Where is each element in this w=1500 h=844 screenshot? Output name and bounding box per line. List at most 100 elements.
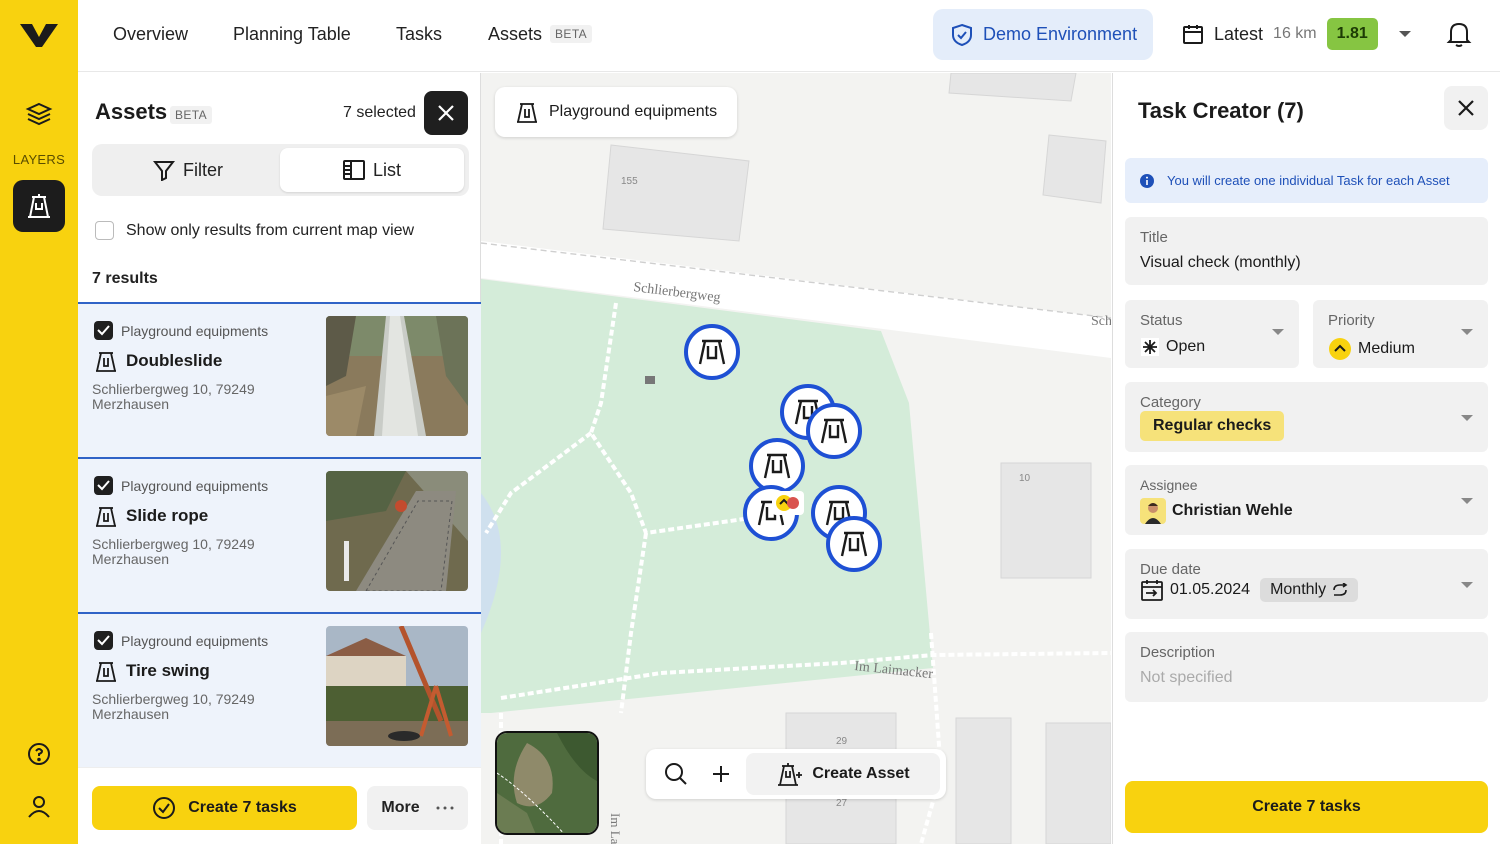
map-marker [645, 376, 655, 384]
field-label: Description [1140, 644, 1216, 661]
asset-address: Schlierbergweg 10, 79249 Merzhausen [92, 381, 255, 412]
checkbox-checked[interactable] [94, 321, 113, 340]
asset-category: Playground equipments [94, 476, 268, 495]
nav-assets-label: Assets [488, 24, 543, 44]
asset-address: Schlierbergweg 10, 79249 Merzhausen [92, 691, 255, 722]
version-selector[interactable]: Latest 16 km 1.81 [1182, 16, 1412, 52]
asset-card[interactable]: Playground equipments Doubleslide Schlie… [78, 302, 481, 457]
field-value: 01.05.2024 Monthly [1140, 578, 1359, 602]
map-view[interactable]: 155 10 29 27 Schlierbergweg Sch Im Laima… [481, 73, 1111, 844]
profile-button[interactable] [13, 780, 65, 832]
task-creator-panel: Task Creator (7) You will create one ind… [1112, 73, 1500, 844]
notifications-button[interactable] [1446, 20, 1472, 53]
chevron-down-icon [1461, 329, 1473, 335]
asset-name-label: Doubleslide [126, 351, 223, 370]
layers-label: LAYERS [12, 152, 66, 167]
playground-asset-icon [28, 194, 50, 218]
checkbox-checked[interactable] [94, 631, 113, 650]
selected-count: 7 selected [343, 104, 416, 121]
calendar-repeat-icon [1141, 580, 1163, 601]
create-tasks-label: Create 7 tasks [188, 799, 297, 816]
priority-select[interactable]: Priority Medium [1313, 300, 1488, 368]
info-banner: You will create one individual Task for … [1125, 158, 1488, 203]
user-icon [28, 796, 50, 818]
map-view-filter[interactable]: Show only results from current map view [95, 221, 414, 240]
nav-overview[interactable]: Overview [113, 24, 188, 45]
description-field[interactable]: Description Not specified [1125, 632, 1488, 702]
layers-icon [25, 102, 53, 126]
layers-button[interactable] [13, 88, 65, 140]
chevron-down-icon [1461, 415, 1473, 421]
check-circle-icon [153, 797, 176, 819]
field-label: Due date [1140, 561, 1201, 578]
list-tab[interactable]: List [280, 148, 464, 192]
filter-tab[interactable]: Filter [96, 148, 280, 192]
zoom-in-button[interactable] [701, 749, 741, 799]
more-label: More [381, 799, 420, 816]
asset-category: Playground equipments [94, 321, 268, 340]
create-asset-label: Create Asset [812, 765, 910, 782]
asset-pin[interactable] [826, 516, 882, 572]
title-field[interactable]: Title Visual check (monthly) [1125, 217, 1488, 285]
field-label: Category [1140, 394, 1201, 411]
shield-check-icon [952, 23, 972, 46]
priority-medium-icon [1329, 338, 1351, 360]
checkbox-checked[interactable] [94, 476, 113, 495]
asset-category-label: Playground equipments [121, 477, 269, 494]
chevron-down-icon [1398, 31, 1411, 37]
more-button[interactable]: More [367, 786, 468, 830]
layer-chip[interactable]: Playground equipments [495, 87, 738, 137]
status-select[interactable]: Status Open [1125, 300, 1299, 368]
assets-rail-button[interactable] [13, 180, 65, 232]
house-number: 27 [836, 798, 848, 809]
brand-logo[interactable] [18, 20, 60, 50]
nav-planning-table[interactable]: Planning Table [233, 24, 351, 45]
asset-pin[interactable] [684, 324, 740, 380]
assignee-value: Christian Wehle [1172, 502, 1293, 519]
category-select[interactable]: Category Regular checks [1125, 382, 1488, 452]
recurrence-label: Monthly [1270, 581, 1327, 598]
satellite-toggle[interactable] [495, 731, 599, 835]
list-view-icon [342, 160, 365, 180]
status-value: Open [1166, 338, 1206, 355]
top-navigation: Overview Planning Table Tasks Assets BETA… [78, 0, 1500, 72]
distance-label: 16 km [1273, 25, 1317, 42]
field-value: Medium [1328, 337, 1415, 361]
due-date-field[interactable]: Due date 01.05.2024 Monthly [1125, 549, 1488, 619]
beta-badge: BETA [170, 106, 213, 124]
filter-label: Filter [183, 159, 223, 180]
assignee-select[interactable]: Assignee Christian Wehle [1125, 465, 1488, 535]
field-label: Priority [1328, 312, 1375, 329]
field-value: Open [1140, 337, 1205, 357]
checkbox[interactable] [95, 221, 114, 240]
nav-tasks[interactable]: Tasks [396, 24, 442, 45]
nav-assets[interactable]: Assets BETA [488, 24, 593, 45]
field-label: Status [1140, 312, 1183, 329]
playground-icon [517, 103, 537, 123]
asset-name-label: Tire swing [126, 661, 210, 680]
create-tasks-submit-label: Create 7 tasks [1252, 798, 1361, 815]
check-icon [97, 480, 110, 491]
asset-pin[interactable] [806, 403, 862, 459]
asset-name: Tire swing [94, 659, 210, 683]
asset-card[interactable]: Playground equipments Slide rope Schlier… [78, 457, 481, 612]
asset-name: Slide rope [94, 504, 208, 528]
map-search-button[interactable] [656, 749, 696, 799]
help-button[interactable] [13, 728, 65, 780]
filter-icon [153, 161, 175, 181]
clear-selection-button[interactable] [424, 91, 468, 135]
asset-card[interactable]: Playground equipments Tire swing Schlier… [78, 612, 481, 767]
check-icon [97, 635, 110, 646]
repeat-icon [1333, 583, 1348, 596]
demo-environment-button[interactable]: Demo Environment [933, 9, 1153, 60]
house-number: 155 [621, 176, 638, 187]
close-task-creator-button[interactable] [1444, 86, 1488, 130]
create-asset-button[interactable]: Create Asset [746, 753, 940, 795]
create-tasks-submit-button[interactable]: Create 7 tasks [1125, 781, 1488, 833]
recurrence-tag[interactable]: Monthly [1260, 578, 1359, 602]
field-label: Title [1140, 229, 1168, 246]
category-tag: Regular checks [1140, 411, 1285, 441]
asset-photo [326, 316, 468, 436]
chevron-down-icon [1461, 582, 1473, 588]
create-tasks-button[interactable]: Create 7 tasks [92, 786, 357, 830]
